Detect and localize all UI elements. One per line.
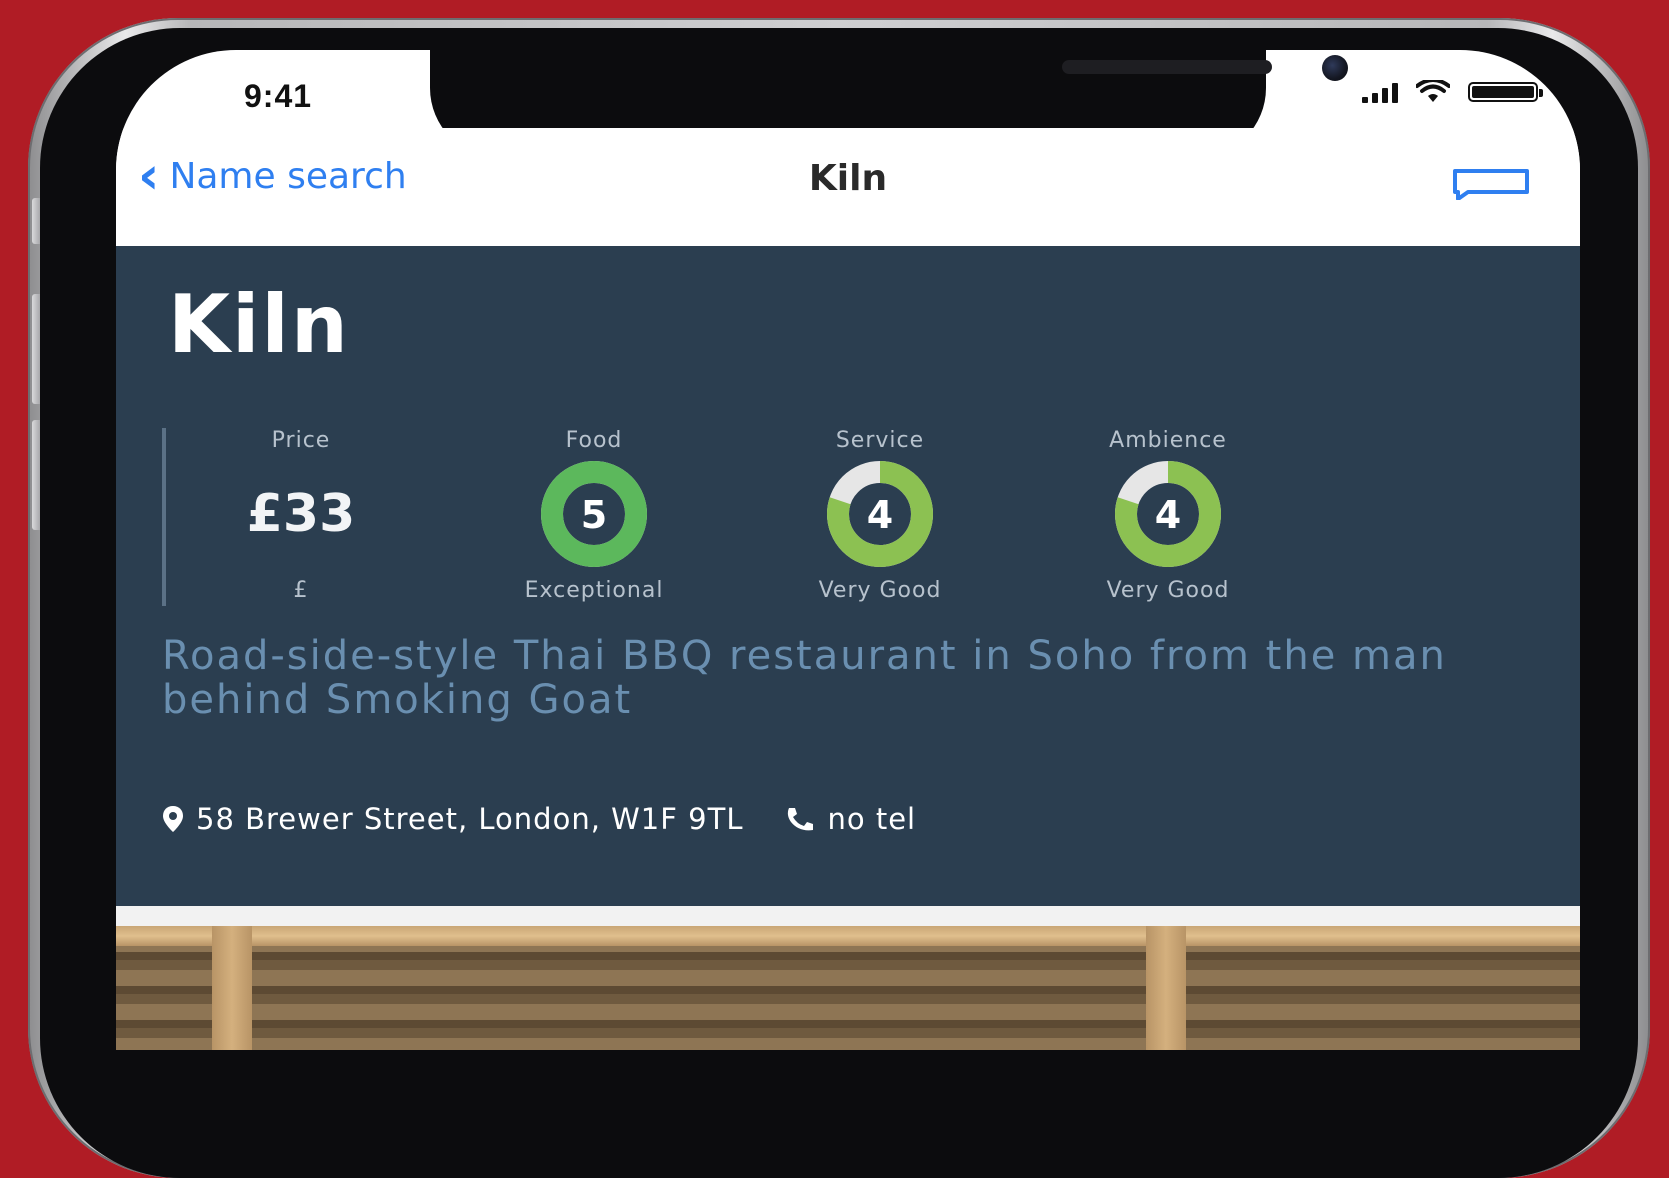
rating-label: Ambience: [1109, 428, 1227, 453]
rating-label: Food: [565, 428, 623, 453]
price-band: £: [293, 578, 309, 603]
battery-icon: [1468, 82, 1543, 102]
score-ring-container: 5: [464, 458, 724, 570]
restaurant-description: Road-side-style Thai BBQ restaurant in S…: [162, 633, 1447, 723]
score-ring-container: 4: [750, 458, 1010, 570]
price-value-container: £33: [176, 458, 426, 570]
restaurant-panel: Kiln Price £33 £ Food 5 Exceptional Serv…: [116, 246, 1580, 906]
speaker-grille: [1062, 60, 1272, 74]
message-icon[interactable]: [1452, 168, 1530, 200]
app-screen: 9:41 ‹ Name search Kiln Kiln Price £33 £…: [116, 50, 1580, 1050]
nav-title: Kiln: [808, 158, 888, 199]
rating-food: Food 5 Exceptional: [464, 428, 724, 603]
ring-score-label: 4: [867, 493, 893, 537]
rating-label: Service: [835, 428, 925, 453]
price-value: £33: [246, 484, 356, 544]
contact-row: 58 Brewer Street, London, W1F 9TL no tel: [162, 802, 916, 836]
service-score-ring: 4: [827, 461, 933, 567]
telephone-value: no tel: [827, 802, 917, 836]
navigation-bar: ‹ Name search Kiln: [116, 128, 1580, 246]
photo-post: [1146, 926, 1186, 1050]
ratings-row: Price £33 £ Food 5 Exceptional Service 4…: [162, 428, 1346, 606]
food-score-ring: 5: [541, 461, 647, 567]
status-time: 9:41: [244, 78, 313, 114]
restaurant-name: Kiln: [168, 278, 350, 371]
rating-description: Very Good: [1106, 578, 1230, 603]
restaurant-address[interactable]: 58 Brewer Street, London, W1F 9TL: [196, 802, 743, 836]
photo-beam: [116, 926, 1580, 946]
rating-description: Very Good: [818, 578, 942, 603]
rating-ambience: Ambience 4 Very Good: [1038, 428, 1298, 603]
photo-post: [212, 926, 252, 1050]
ring-score-label: 4: [1155, 493, 1181, 537]
restaurant-photo: [116, 906, 1580, 1050]
signal-icon: [1362, 81, 1398, 103]
telephone: no tel: [785, 802, 916, 836]
rating-price: Price £33 £: [176, 428, 426, 603]
wifi-icon: [1416, 80, 1450, 102]
front-camera: [1322, 55, 1348, 81]
status-icons: [1362, 80, 1543, 104]
ambience-score-ring: 4: [1115, 461, 1221, 567]
phone-icon: [788, 808, 814, 831]
ring-score-label: 5: [581, 493, 607, 537]
rating-description: Exceptional: [524, 578, 664, 603]
score-ring-container: 4: [1038, 458, 1298, 570]
location-pin-icon: [163, 806, 183, 832]
rating-label: Price: [271, 428, 331, 453]
rating-service: Service 4 Very Good: [750, 428, 1010, 603]
